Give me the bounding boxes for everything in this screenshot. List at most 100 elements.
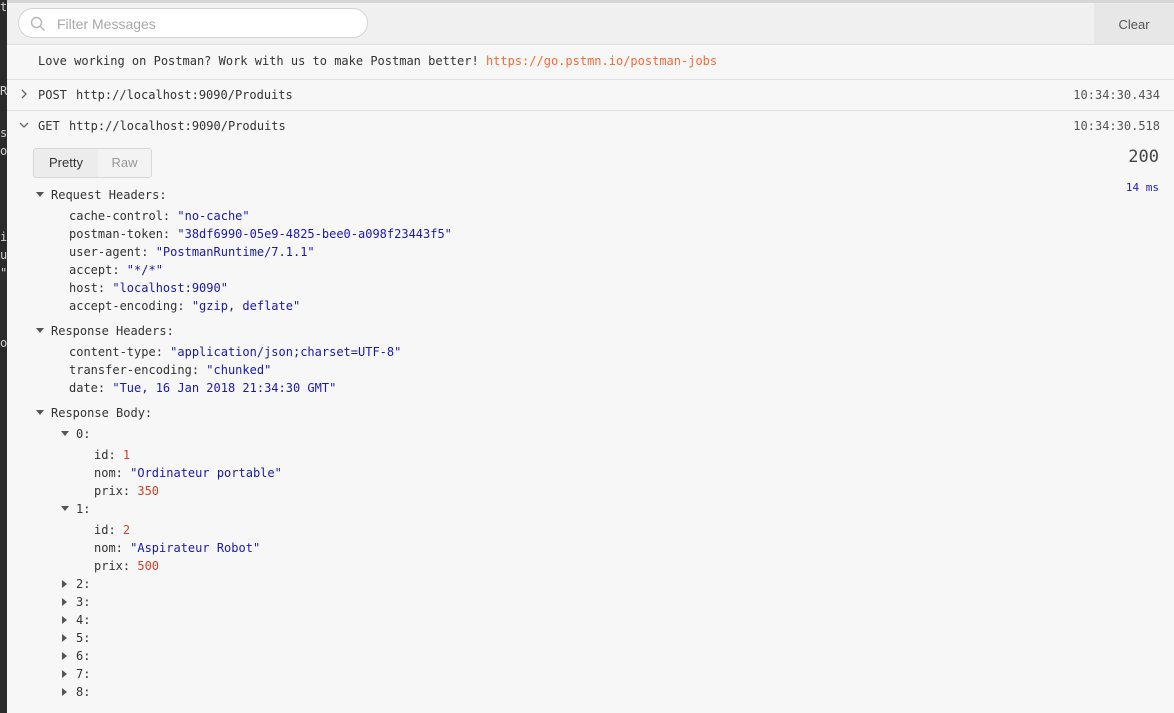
field-key: nom: xyxy=(94,466,131,480)
field-value: "Ordinateur portable" xyxy=(130,466,282,480)
request-row-post[interactable]: POST http://localhost:9090/Produits 10:3… xyxy=(7,80,1174,111)
header-row: cache-control: "no-cache" xyxy=(69,207,250,225)
header-key: accept: xyxy=(69,263,127,277)
header-value: "application/json;charset=UTF-8" xyxy=(170,345,402,359)
caret-down-icon[interactable] xyxy=(36,410,44,415)
caret-right-icon[interactable] xyxy=(62,688,67,696)
request-timestamp: 10:34:30.518 xyxy=(1073,119,1160,133)
background-glyph: o xyxy=(0,144,7,158)
field-key: id: xyxy=(94,448,123,462)
header-row: accept: "*/*" xyxy=(69,261,163,279)
request-timestamp: 10:34:30.434 xyxy=(1073,88,1160,102)
body-item: 8: xyxy=(76,683,90,701)
console-log: Love working on Postman? Work with us to… xyxy=(7,45,1174,713)
caret-down-icon[interactable] xyxy=(36,192,44,197)
header-value: "gzip, deflate" xyxy=(191,299,301,313)
background-glyph: " xyxy=(0,266,7,280)
background-glyph: o xyxy=(0,336,7,350)
header-row: host: "localhost:9090" xyxy=(69,279,228,297)
caret-right-icon[interactable] xyxy=(62,598,67,606)
section-label: Response Headers: xyxy=(51,324,174,338)
body-item: 6: xyxy=(76,647,90,665)
filter-messages-box[interactable] xyxy=(18,8,368,38)
field-row: id: 2 xyxy=(94,521,130,539)
status-code: 200 xyxy=(1128,147,1159,167)
banner-message: Love working on Postman? Work with us to… xyxy=(38,54,486,68)
caret-down-icon[interactable] xyxy=(61,506,69,511)
caret-right-icon[interactable] xyxy=(62,580,67,588)
header-value: "chunked" xyxy=(206,363,272,377)
request-headers-label: Request Headers: xyxy=(51,186,167,204)
field-key: id: xyxy=(94,523,123,537)
caret-right-icon[interactable] xyxy=(62,616,67,624)
view-mode-toggle: Pretty Raw xyxy=(33,148,152,178)
jobs-banner: Love working on Postman? Work with us to… xyxy=(7,45,1174,80)
header-value: "no-cache" xyxy=(177,209,250,223)
request-url: http://localhost:9090/Produits xyxy=(69,119,286,133)
background-glyph: u xyxy=(0,248,7,262)
body-item: 1: xyxy=(76,500,90,518)
clear-button[interactable]: Clear xyxy=(1094,3,1174,44)
body-item: 4: xyxy=(76,611,90,629)
field-key: nom: xyxy=(94,541,131,555)
request-url: http://localhost:9090/Produits xyxy=(76,88,293,102)
header-key: content-type: xyxy=(69,345,171,359)
field-row: prix: 500 xyxy=(94,557,159,575)
array-index: 0: xyxy=(76,427,91,441)
caret-right-icon[interactable] xyxy=(62,652,67,660)
header-value: "38df6990-05e9-4825-bee0-a098f23443f5" xyxy=(177,227,452,241)
header-row: accept-encoding: "gzip, deflate" xyxy=(69,297,300,315)
header-row: content-type: "application/json;charset=… xyxy=(69,343,401,361)
array-index: 7: xyxy=(76,667,91,681)
field-value: "Aspirateur Robot" xyxy=(130,541,261,555)
body-item: 2: xyxy=(76,575,90,593)
tab-raw[interactable]: Raw xyxy=(98,149,151,177)
jobs-link[interactable]: https://go.pstmn.io/postman-jobs xyxy=(486,54,717,68)
background-glyph: s xyxy=(0,126,7,140)
search-icon xyxy=(30,16,45,31)
header-key: host: xyxy=(69,281,113,295)
field-row: nom: "Ordinateur portable" xyxy=(94,464,282,482)
array-index: 8: xyxy=(76,685,91,699)
field-value: 2 xyxy=(122,523,131,537)
header-row: date: "Tue, 16 Jan 2018 21:34:30 GMT" xyxy=(69,379,336,397)
filter-messages-input[interactable] xyxy=(55,13,359,35)
chevron-down-icon[interactable] xyxy=(19,120,29,130)
header-key: date: xyxy=(69,381,113,395)
background-editor-strip: t Rs o i u " o xyxy=(0,0,7,713)
background-glyph: R xyxy=(0,84,7,98)
chevron-right-icon[interactable] xyxy=(19,89,29,99)
header-value: "PostmanRuntime/7.1.1" xyxy=(155,245,315,259)
field-row: prix: 350 xyxy=(94,482,159,500)
header-value: "localhost:9090" xyxy=(112,281,228,295)
header-key: user-agent: xyxy=(69,245,156,259)
background-glyph: i xyxy=(0,230,7,244)
section-label: Request Headers: xyxy=(51,188,167,202)
field-value: 350 xyxy=(137,484,160,498)
field-row: nom: "Aspirateur Robot" xyxy=(94,539,260,557)
array-index: 6: xyxy=(76,649,91,663)
header-row: postman-token: "38df6990-05e9-4825-bee0-… xyxy=(69,225,452,243)
request-row-get[interactable]: GET http://localhost:9090/Produits 10:34… xyxy=(7,111,1174,142)
banner-text: Love working on Postman? Work with us to… xyxy=(38,54,717,68)
section-label: Response Body: xyxy=(51,406,153,420)
header-row: user-agent: "PostmanRuntime/7.1.1" xyxy=(69,243,315,261)
console-toolbar: Clear xyxy=(7,0,1174,45)
field-value: 500 xyxy=(137,559,160,573)
tab-pretty[interactable]: Pretty xyxy=(34,149,98,177)
caret-down-icon[interactable] xyxy=(36,328,44,333)
body-item: 3: xyxy=(76,593,90,611)
caret-right-icon[interactable] xyxy=(62,634,67,642)
background-glyph: t xyxy=(0,0,7,14)
field-key: prix: xyxy=(94,559,138,573)
header-value: "Tue, 16 Jan 2018 21:34:30 GMT" xyxy=(112,381,337,395)
header-key: postman-token: xyxy=(69,227,178,241)
caret-down-icon[interactable] xyxy=(61,431,69,436)
array-index: 4: xyxy=(76,613,91,627)
header-value: "*/*" xyxy=(126,263,163,277)
caret-right-icon[interactable] xyxy=(62,670,67,678)
body-item: 0: xyxy=(76,425,90,443)
field-key: prix: xyxy=(94,484,138,498)
response-body-label: Response Body: xyxy=(51,404,152,422)
body-item: 7: xyxy=(76,665,90,683)
